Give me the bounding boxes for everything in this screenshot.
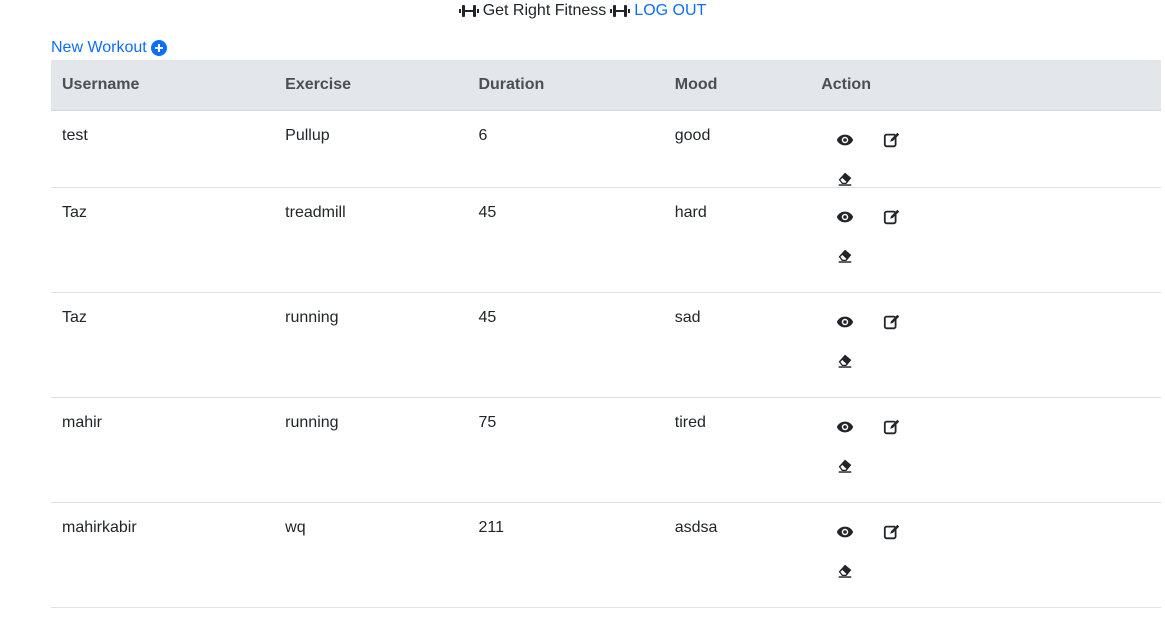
cell-duration: 6 — [467, 110, 664, 188]
edit-button[interactable] — [868, 131, 915, 149]
brand: Get Right Fitness — [458, 0, 631, 22]
view-button[interactable] — [821, 131, 868, 149]
edit-icon[interactable] — [883, 523, 901, 541]
cell-username: mahirkabir — [51, 502, 275, 608]
edit-button[interactable] — [868, 523, 915, 541]
cell-mood: tired — [663, 397, 811, 503]
cell-actions — [810, 187, 1161, 293]
table-row: mahirkabir wq 211 asdsa — [51, 502, 1161, 608]
eraser-icon[interactable] — [836, 246, 854, 264]
column-header-username: Username — [51, 60, 275, 111]
cell-duration: 45 — [467, 187, 664, 293]
eye-icon[interactable] — [836, 131, 854, 149]
cell-actions — [810, 110, 1161, 188]
cell-duration: 45 — [467, 292, 664, 398]
column-header-action: Action — [810, 60, 1161, 111]
cell-exercise: wq — [274, 502, 468, 608]
eraser-icon[interactable] — [836, 351, 854, 369]
cell-exercise: treadmill — [274, 187, 468, 293]
table-row: test Pullup 6 good — [51, 110, 1161, 188]
new-workout-link[interactable]: New Workout — [51, 38, 167, 58]
view-button[interactable] — [821, 313, 868, 331]
eraser-icon[interactable] — [836, 456, 854, 474]
eraser-icon[interactable] — [836, 169, 854, 187]
cell-exercise: running — [274, 397, 468, 503]
column-header-exercise: Exercise — [274, 60, 468, 111]
delete-button[interactable] — [821, 351, 868, 369]
new-workout-label[interactable]: New Workout — [51, 39, 147, 57]
eye-icon[interactable] — [836, 523, 854, 541]
edit-icon[interactable] — [883, 131, 901, 149]
cell-username: mahir — [51, 397, 275, 503]
cell-exercise: running — [274, 292, 468, 398]
dumbbell-icon — [610, 5, 631, 17]
cell-duration: 75 — [467, 397, 664, 503]
cell-mood: hard — [663, 187, 811, 293]
eraser-icon[interactable] — [836, 561, 854, 579]
actions-group — [821, 131, 961, 187]
view-button[interactable] — [821, 418, 868, 436]
cell-mood: sad — [663, 292, 811, 398]
cell-username: test — [51, 110, 275, 188]
plus-circle-icon[interactable] — [150, 40, 167, 56]
actions-group — [821, 208, 921, 264]
brand-name: Get Right Fitness — [482, 2, 607, 19]
cell-actions — [810, 397, 1161, 503]
edit-button[interactable] — [868, 313, 915, 331]
delete-button[interactable] — [821, 246, 868, 264]
logout-link[interactable]: LOG OUT — [634, 0, 706, 22]
actions-group — [821, 418, 921, 474]
actions-group — [821, 523, 921, 579]
cell-actions — [810, 292, 1161, 398]
column-header-duration: Duration — [467, 60, 664, 111]
delete-button[interactable] — [821, 456, 868, 474]
table-row: mahir running 75 tired — [51, 397, 1161, 503]
column-header-mood: Mood — [663, 60, 811, 111]
edit-icon[interactable] — [883, 208, 901, 226]
eye-icon[interactable] — [836, 313, 854, 331]
edit-button[interactable] — [868, 418, 915, 436]
cell-exercise: Pullup — [274, 110, 468, 188]
cell-actions — [810, 502, 1161, 608]
edit-icon[interactable] — [883, 418, 901, 436]
view-button[interactable] — [821, 208, 868, 226]
workouts-table: Username Exercise Duration Mood Action t… — [51, 60, 1161, 608]
top-header: Get Right Fitness LOG OUT — [0, 0, 1165, 22]
table-row: Taz treadmill 45 hard — [51, 187, 1161, 293]
table-header-row: Username Exercise Duration Mood Action — [51, 60, 1161, 111]
table-row: Taz running 45 sad — [51, 292, 1161, 398]
actions-group — [821, 313, 921, 369]
delete-button[interactable] — [821, 169, 868, 187]
cell-mood: asdsa — [663, 502, 811, 608]
view-button[interactable] — [821, 523, 868, 541]
dumbbell-icon — [458, 5, 479, 17]
edit-button[interactable] — [868, 208, 915, 226]
cell-mood: good — [663, 110, 811, 188]
cell-duration: 211 — [467, 502, 664, 608]
eye-icon[interactable] — [836, 418, 854, 436]
eye-icon[interactable] — [836, 208, 854, 226]
edit-icon[interactable] — [883, 313, 901, 331]
cell-username: Taz — [51, 292, 275, 398]
delete-button[interactable] — [821, 561, 868, 579]
cell-username: Taz — [51, 187, 275, 293]
